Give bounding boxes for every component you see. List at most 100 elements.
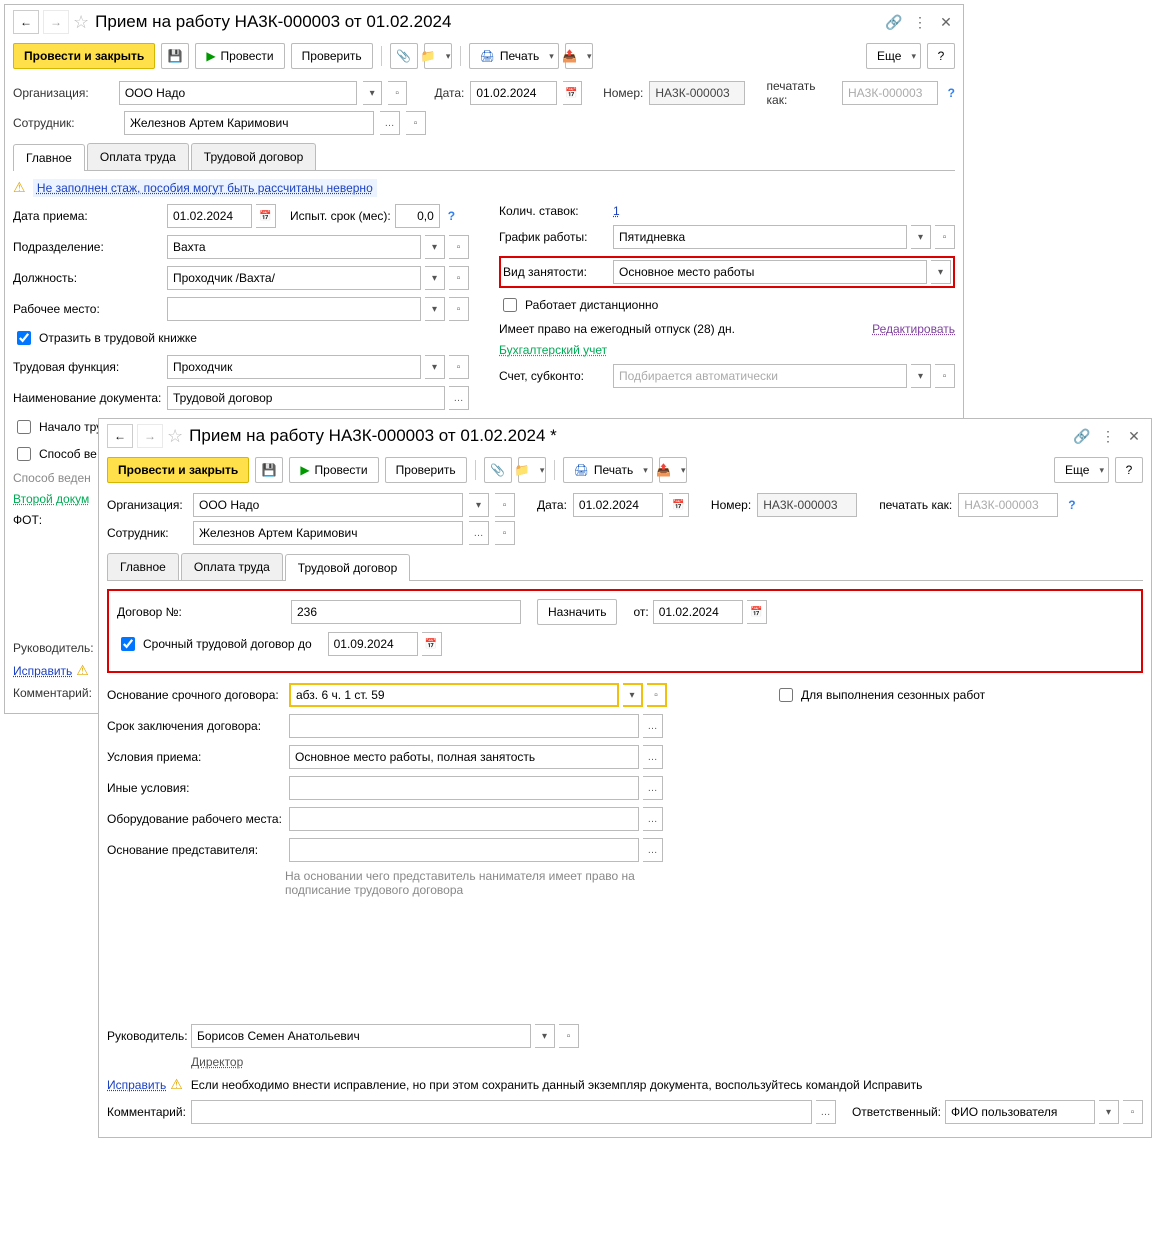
other-input[interactable]	[289, 776, 639, 800]
calendar-icon[interactable]: 📅	[747, 600, 767, 624]
emp-pick[interactable]: …	[469, 521, 489, 545]
attach-button[interactable]: 📎	[484, 457, 512, 483]
help-button[interactable]: ?	[927, 43, 955, 69]
fix-link[interactable]: Исправить	[13, 664, 72, 678]
seasonal-checkbox[interactable]	[779, 688, 793, 702]
link-icon[interactable]: 🔗	[885, 13, 903, 31]
emptype-input[interactable]: Основное место работы	[613, 260, 927, 284]
resp-dropdown[interactable]: ▾	[1099, 1100, 1119, 1124]
print-button[interactable]: 🖨Печать	[469, 43, 559, 69]
emp-input[interactable]: Железнов Артем Каримович	[124, 111, 374, 135]
assign-button[interactable]: Назначить	[537, 599, 617, 625]
basis-input[interactable]: абз. 6 ч. 1 ст. 59	[289, 683, 619, 707]
calendar-icon[interactable]: 📅	[256, 204, 276, 228]
help-icon[interactable]: ?	[1068, 498, 1075, 512]
warning-link[interactable]: Не заполнен стаж, пособия могут быть рас…	[33, 179, 377, 197]
dept-dropdown[interactable]: ▾	[425, 235, 445, 259]
dept-open[interactable]: ▫	[449, 235, 469, 259]
account-dropdown[interactable]: ▾	[911, 364, 931, 388]
head-dropdown[interactable]: ▾	[535, 1024, 555, 1048]
head-open[interactable]: ▫	[559, 1024, 579, 1048]
fixedterm-checkbox[interactable]	[121, 637, 135, 651]
func-open[interactable]: ▫	[449, 355, 469, 379]
tab-pay[interactable]: Оплата труда	[181, 553, 283, 580]
fixedterm-date-input[interactable]: 01.09.2024	[328, 632, 418, 656]
org-dropdown[interactable]: ▾	[363, 81, 382, 105]
probation-input[interactable]: 0,0	[395, 204, 440, 228]
edit-link[interactable]: Редактировать	[872, 322, 955, 336]
cond-input[interactable]: Основное место работы, полная занятость	[289, 745, 639, 769]
emp-open[interactable]: ▫	[495, 521, 515, 545]
close-icon[interactable]: ✕	[937, 13, 955, 31]
remote-checkbox[interactable]	[503, 298, 517, 312]
pos-input[interactable]: Проходчик /Вахта/	[167, 266, 421, 290]
nav-forward[interactable]: →	[137, 424, 163, 448]
place-dropdown[interactable]: ▾	[425, 297, 445, 321]
date-input[interactable]: 01.02.2024	[573, 493, 663, 517]
docname-pick[interactable]: …	[449, 386, 469, 410]
rep-pick[interactable]: …	[643, 838, 663, 862]
fix-link[interactable]: Исправить	[107, 1078, 166, 1092]
resp-input[interactable]: ФИО пользователя	[945, 1100, 1095, 1124]
func-input[interactable]: Проходчик	[167, 355, 421, 379]
workbook-checkbox[interactable]	[17, 331, 31, 345]
folder-button[interactable]: 📁	[424, 43, 452, 69]
hiredate-input[interactable]: 01.02.2024	[167, 204, 252, 228]
org-open[interactable]: ▫	[388, 81, 407, 105]
more-button[interactable]: Еще	[866, 43, 921, 69]
comment-pick[interactable]: …	[816, 1100, 836, 1124]
accounting-link[interactable]: Бухгалтерский учет	[499, 343, 607, 357]
print-button[interactable]: 🖨Печать	[563, 457, 653, 483]
emp-open[interactable]: ▫	[406, 111, 426, 135]
emptype-dropdown[interactable]: ▾	[931, 260, 951, 284]
equip-input[interactable]	[289, 807, 639, 831]
rates-link[interactable]: 1	[613, 204, 620, 218]
basis-dropdown[interactable]: ▾	[623, 683, 643, 707]
cond-pick[interactable]: …	[643, 745, 663, 769]
schedule-open[interactable]: ▫	[935, 225, 955, 249]
head-input[interactable]: Борисов Семен Анатольевич	[191, 1024, 531, 1048]
post-button[interactable]: ▶Провести	[289, 457, 378, 483]
calendar-icon[interactable]: 📅	[669, 493, 689, 517]
nav-back[interactable]: ←	[107, 424, 133, 448]
date-input[interactable]: 01.02.2024	[470, 81, 556, 105]
place-open[interactable]: ▫	[449, 297, 469, 321]
star-icon[interactable]: ☆	[167, 426, 183, 447]
other-pick[interactable]: …	[643, 776, 663, 800]
tab-pay[interactable]: Оплата труда	[87, 143, 189, 170]
post-and-close-button[interactable]: Провести и закрыть	[13, 43, 155, 69]
term-pick[interactable]: …	[643, 714, 663, 738]
account-input[interactable]: Подбирается автоматически	[613, 364, 907, 388]
calendar-icon[interactable]: 📅	[563, 81, 582, 105]
help-icon[interactable]: ?	[448, 209, 455, 223]
resp-open[interactable]: ▫	[1123, 1100, 1143, 1124]
equip-pick[interactable]: …	[643, 807, 663, 831]
nav-back[interactable]: ←	[13, 10, 39, 34]
tab-main[interactable]: Главное	[107, 553, 179, 580]
export-button[interactable]: 📤	[659, 457, 687, 483]
help-button[interactable]: ?	[1115, 457, 1143, 483]
check-button[interactable]: Проверить	[291, 43, 373, 69]
basis-open[interactable]: ▫	[647, 683, 667, 707]
help-icon[interactable]: ?	[948, 86, 955, 100]
save-button[interactable]: 💾	[161, 43, 189, 69]
save-button[interactable]: 💾	[255, 457, 283, 483]
menu-icon[interactable]: ⋮	[911, 13, 929, 31]
firstjob-checkbox[interactable]	[17, 420, 31, 434]
term-input[interactable]	[289, 714, 639, 738]
comment-input[interactable]	[191, 1100, 812, 1124]
seconddoc-link[interactable]: Второй докум	[13, 492, 89, 506]
star-icon[interactable]: ☆	[73, 12, 89, 33]
org-input[interactable]: ООО Надо	[193, 493, 463, 517]
schedule-dropdown[interactable]: ▾	[911, 225, 931, 249]
emp-pick[interactable]: …	[380, 111, 400, 135]
org-dropdown[interactable]: ▾	[469, 493, 489, 517]
docname-input[interactable]: Трудовой договор	[167, 386, 445, 410]
org-input[interactable]: ООО Надо	[119, 81, 357, 105]
nav-forward[interactable]: →	[43, 10, 69, 34]
post-button[interactable]: ▶Провести	[195, 43, 284, 69]
account-open[interactable]: ▫	[935, 364, 955, 388]
check-button[interactable]: Проверить	[385, 457, 467, 483]
more-button[interactable]: Еще	[1054, 457, 1109, 483]
contract-num-input[interactable]: 236	[291, 600, 521, 624]
